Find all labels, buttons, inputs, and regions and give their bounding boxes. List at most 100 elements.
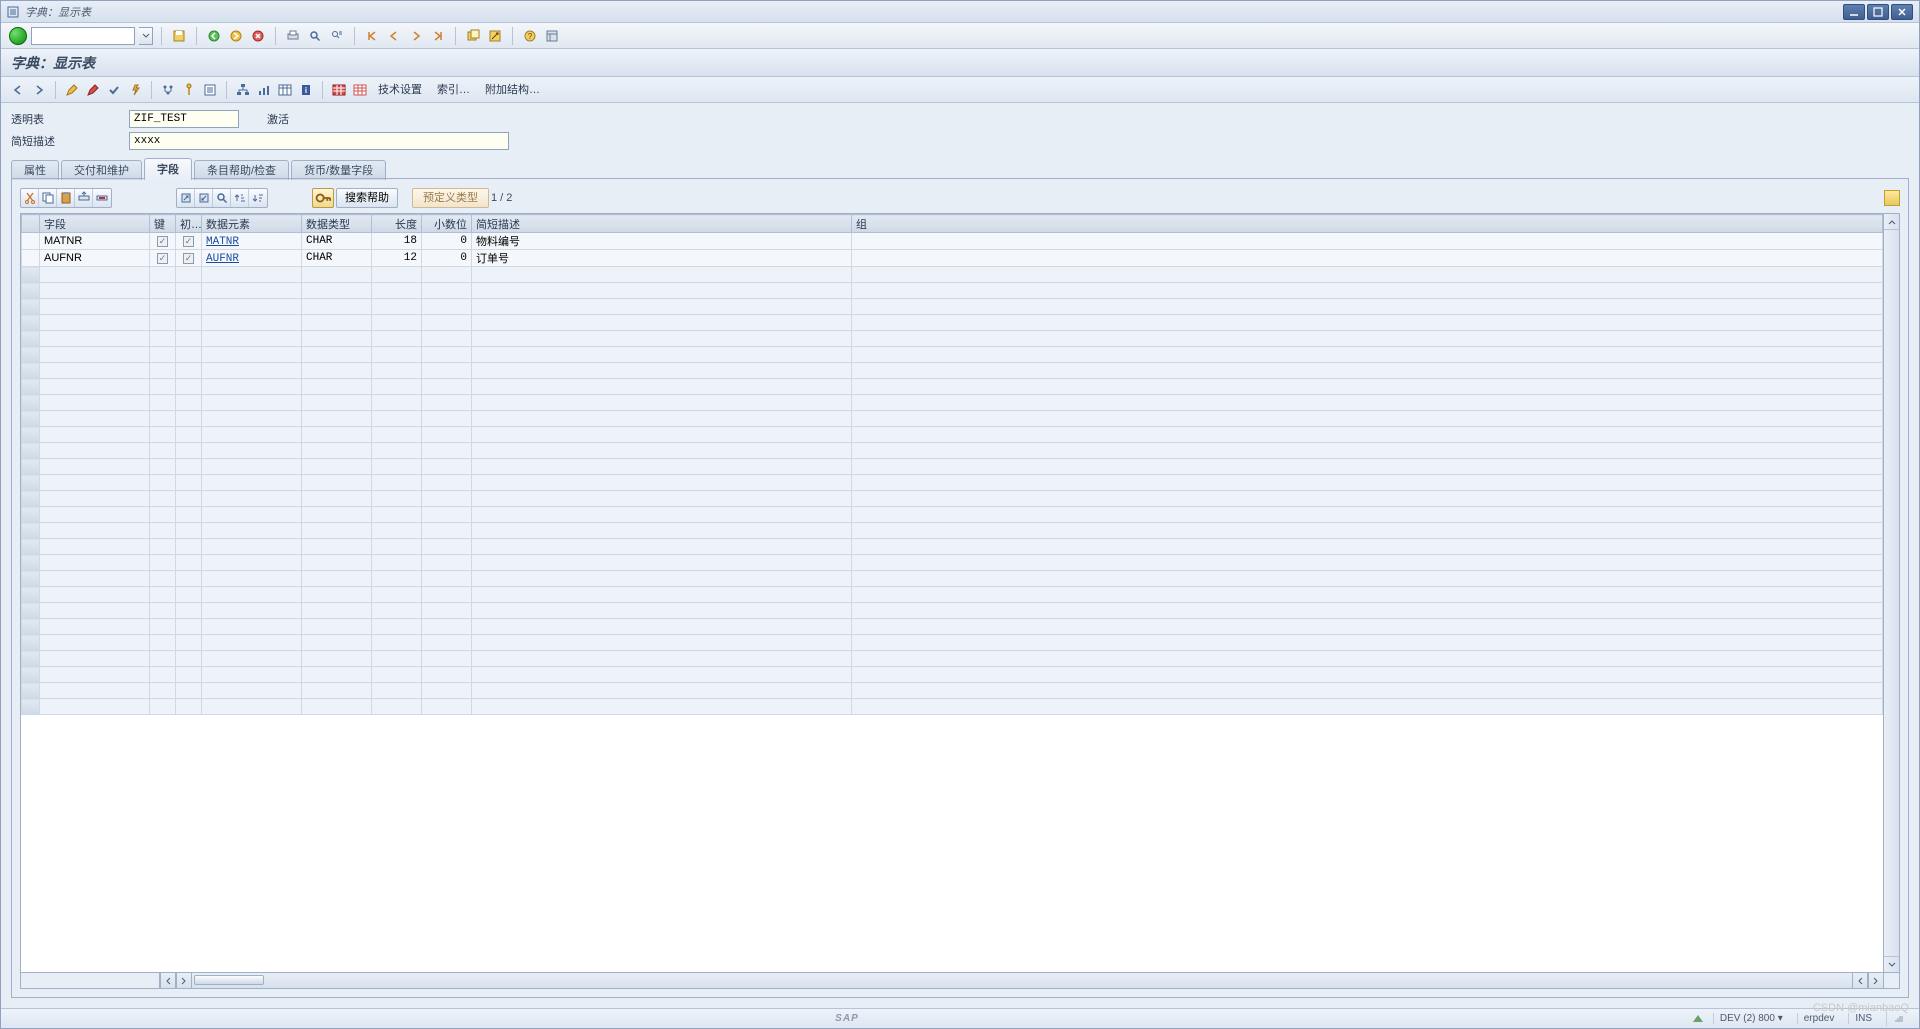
next-page-icon[interactable]	[407, 27, 425, 45]
where-used-icon[interactable]	[159, 81, 177, 99]
command-dropdown[interactable]	[139, 27, 153, 45]
col-init[interactable]: 初…	[176, 215, 202, 233]
prev-page-icon[interactable]	[385, 27, 403, 45]
sort-desc-icon[interactable]	[249, 189, 267, 207]
maximize-button[interactable]	[1867, 4, 1889, 20]
table-row[interactable]	[22, 315, 1883, 331]
enter-button[interactable]	[9, 27, 27, 45]
sort-asc-icon[interactable]	[231, 189, 249, 207]
table-row[interactable]	[22, 571, 1883, 587]
tech-settings-grid-icon[interactable]	[330, 81, 348, 99]
tech-settings-button[interactable]: 技术设置	[372, 81, 428, 99]
scroll-up-icon[interactable]	[1884, 214, 1899, 230]
table-row[interactable]	[22, 411, 1883, 427]
table-row[interactable]	[22, 491, 1883, 507]
other-object-icon[interactable]	[84, 81, 102, 99]
table-row[interactable]	[22, 331, 1883, 347]
paste-icon[interactable]	[57, 189, 75, 207]
find-icon[interactable]	[306, 27, 324, 45]
find-in-table-icon[interactable]	[213, 189, 231, 207]
scroll-thumb[interactable]	[194, 975, 264, 985]
info-icon[interactable]: i	[297, 81, 315, 99]
table-row[interactable]	[22, 523, 1883, 539]
key-checkbox[interactable]	[157, 253, 168, 264]
save-icon[interactable]	[170, 27, 188, 45]
command-field[interactable]	[31, 27, 135, 45]
tab-attributes[interactable]: 属性	[11, 160, 59, 180]
table-row[interactable]	[22, 475, 1883, 491]
table-row[interactable]: MATNR MATNR CHAR 18 0 物料编号	[22, 233, 1883, 250]
init-checkbox[interactable]	[183, 253, 194, 264]
horizontal-scrollbar[interactable]	[20, 973, 1900, 989]
scroll-right-icon[interactable]	[176, 973, 192, 989]
table-row[interactable]	[22, 619, 1883, 635]
table-row[interactable]: AUFNR AUFNR CHAR 12 0 订单号	[22, 250, 1883, 267]
scroll-left2-icon[interactable]	[1852, 973, 1868, 989]
insert-row-icon[interactable]	[75, 189, 93, 207]
col-field[interactable]: 字段	[40, 215, 150, 233]
table-row[interactable]	[22, 379, 1883, 395]
table-row[interactable]	[22, 507, 1883, 523]
key-icon[interactable]	[312, 188, 334, 208]
short-desc-field[interactable]	[129, 132, 509, 150]
table-row[interactable]	[22, 299, 1883, 315]
display-object-list-icon[interactable]	[180, 81, 198, 99]
search-help-button[interactable]: 搜索帮助	[336, 188, 398, 208]
tab-currency[interactable]: 货币/数量字段	[291, 160, 386, 180]
table-row[interactable]	[22, 427, 1883, 443]
check-icon[interactable]	[105, 81, 123, 99]
col-length[interactable]: 长度	[372, 215, 422, 233]
minimize-button[interactable]	[1843, 4, 1865, 20]
table-row[interactable]	[22, 539, 1883, 555]
scroll-right2-icon[interactable]	[1868, 973, 1884, 989]
contents-icon[interactable]	[201, 81, 219, 99]
copy-icon[interactable]	[39, 189, 57, 207]
table-row[interactable]	[22, 459, 1883, 475]
table-row[interactable]	[22, 267, 1883, 283]
table-contents-icon[interactable]	[276, 81, 294, 99]
col-datatype[interactable]: 数据类型	[302, 215, 372, 233]
table-row[interactable]	[22, 347, 1883, 363]
expand-icon[interactable]	[177, 189, 195, 207]
table-row[interactable]	[22, 283, 1883, 299]
graphic-icon[interactable]	[255, 81, 273, 99]
table-settings-icon[interactable]	[1884, 190, 1900, 206]
col-group[interactable]: 组	[852, 215, 1883, 233]
exit-icon[interactable]	[227, 27, 245, 45]
table-row[interactable]	[22, 635, 1883, 651]
table-row[interactable]	[22, 587, 1883, 603]
new-session-icon[interactable]	[464, 27, 482, 45]
find-next-icon[interactable]	[328, 27, 346, 45]
data-element-link[interactable]: AUFNR	[206, 253, 239, 265]
col-dataelem[interactable]: 数据元素	[202, 215, 302, 233]
scroll-left-icon[interactable]	[160, 973, 176, 989]
tab-delivery[interactable]: 交付和维护	[61, 160, 142, 180]
collapse-icon[interactable]	[195, 189, 213, 207]
status-resize-icon[interactable]	[1886, 1011, 1911, 1026]
table-row[interactable]	[22, 363, 1883, 379]
cut-icon[interactable]	[21, 189, 39, 207]
print-icon[interactable]	[284, 27, 302, 45]
table-row[interactable]	[22, 667, 1883, 683]
table-row[interactable]	[22, 699, 1883, 715]
fields-grid[interactable]: 字段 键 初… 数据元素 数据类型 长度 小数位 简短描述 组 MATNR	[20, 213, 1884, 973]
tab-entryhelp[interactable]: 条目帮助/检查	[194, 160, 289, 180]
shortcut-icon[interactable]	[486, 27, 504, 45]
table-row[interactable]	[22, 683, 1883, 699]
col-decimals[interactable]: 小数位	[422, 215, 472, 233]
help-icon[interactable]: ?	[521, 27, 539, 45]
predefined-type-button[interactable]: 预定义类型	[412, 188, 489, 208]
close-button[interactable]	[1891, 4, 1913, 20]
table-row[interactable]	[22, 651, 1883, 667]
init-checkbox[interactable]	[183, 236, 194, 247]
delete-row-icon[interactable]	[93, 189, 111, 207]
col-key[interactable]: 键	[150, 215, 176, 233]
tab-fields[interactable]: 字段	[144, 158, 192, 180]
hierarchy-icon[interactable]	[234, 81, 252, 99]
table-row[interactable]	[22, 443, 1883, 459]
nav-back-icon[interactable]	[9, 81, 27, 99]
append-grid-icon[interactable]	[351, 81, 369, 99]
activate-icon[interactable]	[126, 81, 144, 99]
key-checkbox[interactable]	[157, 236, 168, 247]
last-page-icon[interactable]	[429, 27, 447, 45]
